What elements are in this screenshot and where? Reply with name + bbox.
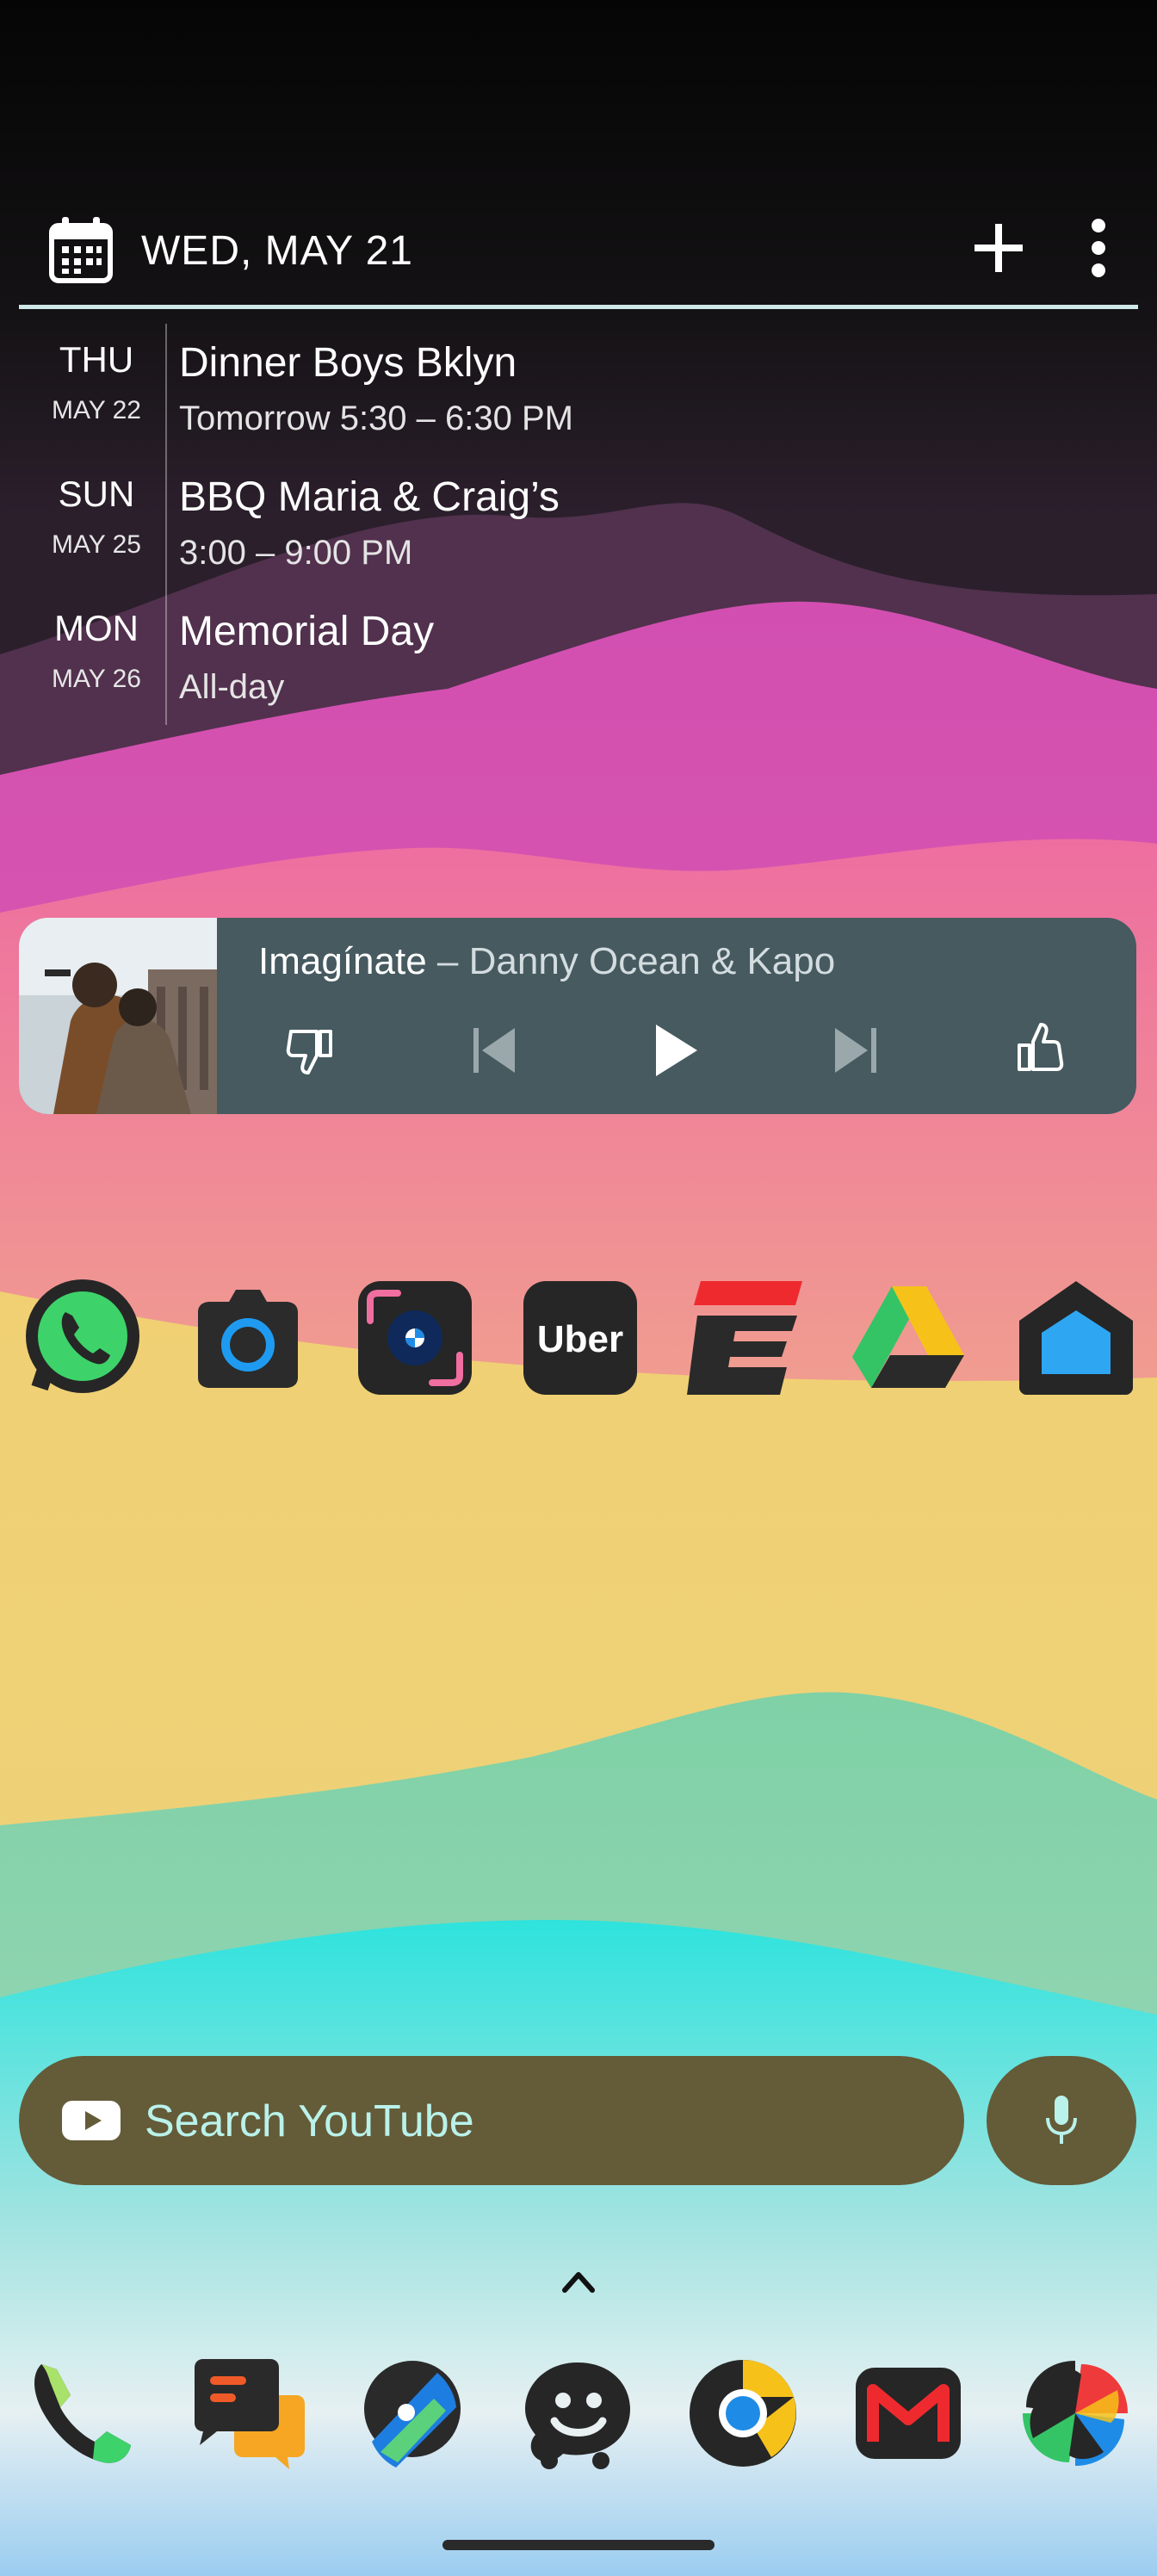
camera-icon[interactable] <box>188 1278 308 1398</box>
youtube-search-bar[interactable]: Search YouTube <box>19 2056 964 2185</box>
calendar-date-label[interactable]: WED, MAY 21 <box>141 227 413 275</box>
event-month-day: MAY 25 <box>52 530 141 559</box>
more-options-icon[interactable] <box>1080 215 1117 281</box>
track-artist: Danny Ocean & Kapo <box>468 940 836 982</box>
google-home-icon[interactable] <box>1016 1278 1136 1398</box>
event-title: Memorial Day <box>179 609 435 654</box>
calendar-widget-header: WED, MAY 21 <box>19 207 1138 303</box>
waze-icon[interactable] <box>520 2356 635 2471</box>
chrome-icon[interactable] <box>685 2356 801 2471</box>
play-icon[interactable] <box>639 1016 708 1085</box>
event-title: Dinner Boys Bklyn <box>179 340 517 386</box>
photos-icon[interactable] <box>1018 2356 1133 2471</box>
messages-icon[interactable] <box>191 2356 306 2471</box>
event-day-of-week: THU <box>59 339 134 380</box>
whatsapp-icon[interactable] <box>22 1278 143 1398</box>
espn-icon[interactable] <box>685 1278 806 1398</box>
gesture-navigation-handle[interactable] <box>442 2540 715 2550</box>
uber-icon[interactable]: Uber <box>520 1278 640 1398</box>
calendar-divider <box>19 305 1138 309</box>
youtube-icon <box>62 2101 121 2140</box>
event-day-of-week: SUN <box>58 474 135 514</box>
phone-icon[interactable] <box>24 2356 139 2471</box>
search-input[interactable]: Search YouTube <box>145 2096 474 2147</box>
music-player-widget[interactable]: Imagínate – Danny Ocean & Kapo <box>19 918 1136 1114</box>
event-time: All-day <box>179 668 285 706</box>
thumbs-up-icon[interactable] <box>1004 1016 1073 1085</box>
event-time: 3:00 – 9:00 PM <box>179 534 413 572</box>
track-separator: – <box>426 940 469 982</box>
calendar-event[interactable]: MON MAY 26 Memorial Day All-day <box>19 608 1138 737</box>
microphone-icon <box>1046 2096 1077 2144</box>
calendar-event[interactable]: SUN MAY 25 BBQ Maria & Craig’s 3:00 – 9:… <box>19 474 1138 603</box>
track-info: Imagínate – Danny Ocean & Kapo <box>258 940 835 983</box>
my-bmw-icon[interactable] <box>355 1278 475 1398</box>
uber-icon-label: Uber <box>537 1318 623 1360</box>
event-month-day: MAY 26 <box>52 665 141 693</box>
skip-previous-icon[interactable] <box>460 1016 529 1085</box>
voice-search-button[interactable] <box>987 2056 1136 2185</box>
event-day-of-week: MON <box>54 608 139 648</box>
chevron-up-icon[interactable] <box>560 2266 597 2297</box>
event-month-day: MAY 22 <box>52 396 141 424</box>
calendar-event[interactable]: THU MAY 22 Dinner Boys Bklyn Tomorrow 5:… <box>19 339 1138 468</box>
album-art[interactable] <box>19 918 217 1114</box>
add-event-icon[interactable] <box>966 215 1031 281</box>
skip-next-icon[interactable] <box>821 1016 890 1085</box>
calendar-icon[interactable] <box>48 215 114 284</box>
event-time: Tomorrow 5:30 – 6:30 PM <box>179 399 573 437</box>
event-title: BBQ Maria & Craig’s <box>179 474 560 520</box>
thumbs-down-icon[interactable] <box>277 1016 346 1085</box>
maps-icon[interactable] <box>355 2356 470 2471</box>
track-title: Imagínate <box>258 940 427 982</box>
gmail-icon[interactable] <box>851 2356 966 2471</box>
google-drive-icon[interactable] <box>849 1278 969 1398</box>
